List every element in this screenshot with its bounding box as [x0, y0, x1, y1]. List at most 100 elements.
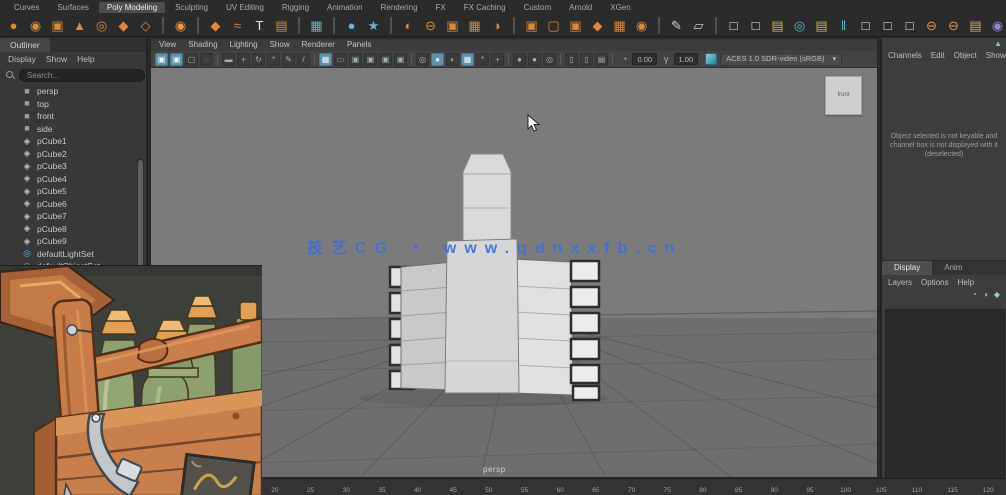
vp-toolbar-icon[interactable]: ▣ [170, 53, 183, 66]
shelf-tool-icon[interactable]: ⊖ [922, 16, 941, 35]
shelf-tool-icon[interactable]: □ [878, 16, 897, 35]
le-menu-options[interactable]: Options [921, 278, 949, 287]
timeline-frame-tick[interactable]: 85 [721, 479, 757, 495]
exposure-icon[interactable]: ◔ [622, 54, 627, 64]
shelf-tab[interactable]: Arnold [561, 2, 600, 13]
timeline-frame-tick[interactable]: 20 [257, 479, 293, 495]
outliner-item[interactable]: ■ front [0, 110, 146, 123]
vp-toolbar-icon[interactable]: + [491, 53, 504, 66]
vp-toolbar-icon[interactable]: ▯ [580, 53, 593, 66]
outliner-item[interactable]: ■ top [0, 98, 146, 111]
timeline-frame-tick[interactable]: 80 [685, 479, 721, 495]
shelf-tool-icon[interactable]: ▲ [70, 16, 89, 35]
timeline-frame-tick[interactable]: 55 [507, 479, 543, 495]
shelf-tool-icon[interactable]: ⊖ [944, 16, 963, 35]
vp-menu-panels[interactable]: Panels [347, 40, 371, 51]
gamma-icon[interactable]: γ [664, 54, 669, 64]
floating-thumbnail[interactable]: front [825, 76, 862, 115]
outliner-item[interactable]: ◈ pCube5 [0, 185, 146, 198]
vp-toolbar-icon[interactable]: ▯ [565, 53, 578, 66]
shelf-tool-icon[interactable]: ▤ [272, 16, 291, 35]
shelf-tab[interactable]: Custom [516, 2, 560, 13]
shelf-tool-icon[interactable]: ◐ [399, 16, 418, 35]
outliner-item[interactable]: ◈ pCube7 [0, 210, 146, 223]
vp-toolbar-icon[interactable]: ● [528, 53, 541, 66]
shelf-tool-icon[interactable] [658, 17, 660, 34]
vp-toolbar-icon[interactable]: ◐ [446, 53, 459, 66]
vp-toolbar-icon[interactable]: ↻ [252, 53, 265, 66]
shelf-tab[interactable]: XGen [602, 2, 638, 13]
vp-toolbar-icon[interactable]: ▦ [319, 53, 332, 66]
shelf-tool-icon[interactable]: ◆ [114, 16, 133, 35]
timeline-frame-tick[interactable]: 70 [614, 479, 650, 495]
outliner-item[interactable]: ◈ pCube8 [0, 223, 146, 236]
shelf-tool-icon[interactable]: □ [856, 16, 875, 35]
shelf-tool-icon[interactable] [197, 17, 199, 34]
color-space-dropdown[interactable]: ACES 1.0 SDR-video (sRGB) ▾ [720, 53, 842, 66]
vp-toolbar-icon[interactable] [560, 53, 561, 65]
outliner-search-input[interactable] [19, 69, 145, 82]
outliner-item[interactable]: ◎ defaultLightSet [0, 248, 146, 261]
timeline-frame-tick[interactable]: 105 [863, 479, 899, 495]
vp-toolbar-icon[interactable] [217, 53, 218, 65]
shelf-tool-icon[interactable] [513, 17, 515, 34]
vp-toolbar-icon[interactable]: + [237, 53, 250, 66]
shelf-tool-icon[interactable]: ◉ [26, 16, 45, 35]
shelf-tab[interactable]: Curves [6, 2, 47, 13]
outliner-menu-show[interactable]: Show [46, 54, 67, 65]
shelf-tool-icon[interactable]: T [250, 16, 269, 35]
vp-toolbar-icon[interactable]: ▦ [461, 53, 474, 66]
vp-toolbar-icon[interactable]: ◎ [543, 53, 556, 66]
shelf-tool-icon[interactable]: ● [4, 16, 23, 35]
shelf-tool-icon[interactable]: ≈ [228, 16, 247, 35]
gamma-field[interactable]: 1.00 [674, 53, 699, 65]
vp-toolbar-icon[interactable]: * [476, 53, 489, 66]
vp-menu-show[interactable]: Show [270, 40, 290, 51]
shelf-tool-icon[interactable]: ◆ [588, 16, 607, 35]
timeline-frame-tick[interactable]: 45 [435, 479, 471, 495]
shelf-tool-icon[interactable]: ▣ [566, 16, 585, 35]
vp-toolbar-icon[interactable] [508, 53, 509, 65]
timeline-frame-tick[interactable]: 65 [578, 479, 614, 495]
shelf-tab[interactable]: UV Editing [218, 2, 272, 13]
shelf-tool-icon[interactable]: ▦ [307, 16, 326, 35]
shelf-tool-icon[interactable]: ◉ [988, 16, 1006, 35]
shelf-tool-icon[interactable]: ▦ [610, 16, 629, 35]
shelf-tool-icon[interactable]: ▱ [689, 16, 708, 35]
vp-toolbar-icon[interactable]: ◎ [416, 53, 429, 66]
vp-toolbar-icon[interactable]: ▣ [155, 53, 168, 66]
shelf-tab[interactable]: Animation [319, 2, 371, 13]
vp-toolbar-icon[interactable]: ◌ [200, 53, 213, 66]
outliner-item[interactable]: ◈ pCube4 [0, 173, 146, 186]
vp-toolbar-icon[interactable]: * [267, 53, 280, 66]
shelf-tool-icon[interactable]: ▢ [544, 16, 563, 35]
vp-toolbar-icon[interactable]: ● [431, 53, 444, 66]
shelf-tool-icon[interactable]: □ [746, 16, 765, 35]
shelf-tool-icon[interactable]: □ [900, 16, 919, 35]
timeline-frame-tick[interactable]: 100 [828, 479, 864, 495]
cb-menu-edit[interactable]: Edit [931, 51, 945, 60]
shelf-tab[interactable]: Poly Modeling [99, 2, 165, 13]
cb-menu-channels[interactable]: Channels [888, 51, 922, 60]
shelf-tool-icon[interactable]: ▣ [522, 16, 541, 35]
layer-action-icon[interactable]: ◑ [983, 290, 988, 299]
vp-toolbar-icon[interactable]: ✎ [282, 53, 295, 66]
shelf-tool-icon[interactable]: ◉ [632, 16, 651, 35]
shelf-tool-icon[interactable]: ● [342, 16, 361, 35]
shelf-tool-icon[interactable]: ◆ [206, 16, 225, 35]
shelf-tool-icon[interactable]: ▣ [48, 16, 67, 35]
outliner-item[interactable]: ◈ pCube9 [0, 235, 146, 248]
shelf-tool-icon[interactable]: ◑ [487, 16, 506, 35]
shelf-tool-icon[interactable]: ▤ [768, 16, 787, 35]
shelf-tab[interactable]: Sculpting [167, 2, 216, 13]
shelf-tool-icon[interactable]: ▦ [465, 16, 484, 35]
timeline-frame-tick[interactable]: 35 [364, 479, 400, 495]
outliner-item[interactable]: ■ side [0, 123, 146, 136]
vp-menu-shading[interactable]: Shading [188, 40, 217, 51]
le-menu-layers[interactable]: Layers [888, 278, 912, 287]
vp-toolbar-icon[interactable]: ▣ [379, 53, 392, 66]
color-management-icon[interactable] [705, 53, 717, 65]
shelf-tool-icon[interactable] [298, 17, 300, 34]
outliner-item[interactable]: ◈ pCube2 [0, 148, 146, 161]
vp-toolbar-icon[interactable] [314, 53, 315, 65]
